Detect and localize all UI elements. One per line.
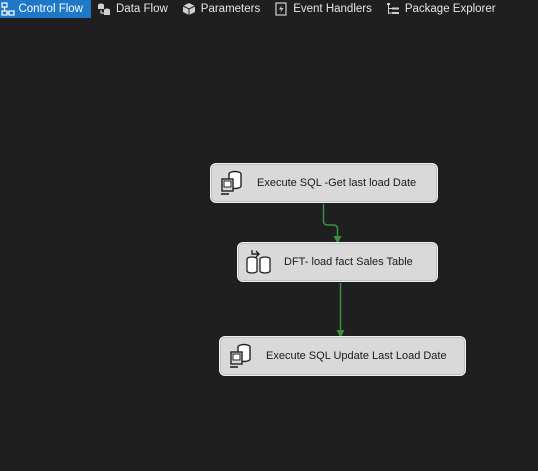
designer-tab-bar: Control Flow Data Flow Parameters Event …	[0, 0, 538, 18]
task-label: DFT- load fact Sales Table	[284, 256, 413, 268]
tab-event-handlers[interactable]: Event Handlers	[272, 0, 380, 18]
data-flow-icon	[95, 0, 113, 18]
task-execute-sql-update-last-load-date[interactable]: Execute SQL Update Last Load Date	[219, 336, 466, 376]
execute-sql-icon	[224, 339, 258, 373]
task-execute-sql-get-last-load-date[interactable]: Execute SQL -Get last load Date	[210, 163, 438, 203]
parameters-icon	[180, 0, 198, 18]
tab-data-flow-label: Data Flow	[116, 3, 168, 15]
tab-parameters-label: Parameters	[200, 3, 261, 15]
control-flow-design-surface[interactable]: Execute SQL -Get last load Date DFT- loa…	[0, 18, 538, 471]
task-label: Execute SQL Update Last Load Date	[266, 350, 447, 362]
task-label: Execute SQL -Get last load Date	[257, 177, 417, 189]
task-dft-load-fact-sales-table[interactable]: DFT- load fact Sales Table	[237, 242, 438, 282]
tab-data-flow[interactable]: Data Flow	[95, 0, 176, 18]
control-flow-icon	[0, 0, 15, 18]
package-explorer-icon	[384, 0, 402, 18]
tab-parameters[interactable]: Parameters	[180, 0, 268, 18]
success-constraint-1[interactable]	[322, 204, 342, 244]
execute-sql-icon	[215, 166, 249, 200]
tab-package-explorer-label: Package Explorer	[404, 3, 496, 15]
tab-control-flow-label: Control Flow	[18, 3, 83, 15]
tab-control-flow[interactable]: Control Flow	[0, 0, 91, 18]
data-flow-task-icon	[242, 245, 276, 279]
tab-event-handlers-label: Event Handlers	[293, 3, 372, 15]
tab-package-explorer[interactable]: Package Explorer	[384, 0, 504, 18]
event-handlers-icon	[272, 0, 290, 18]
